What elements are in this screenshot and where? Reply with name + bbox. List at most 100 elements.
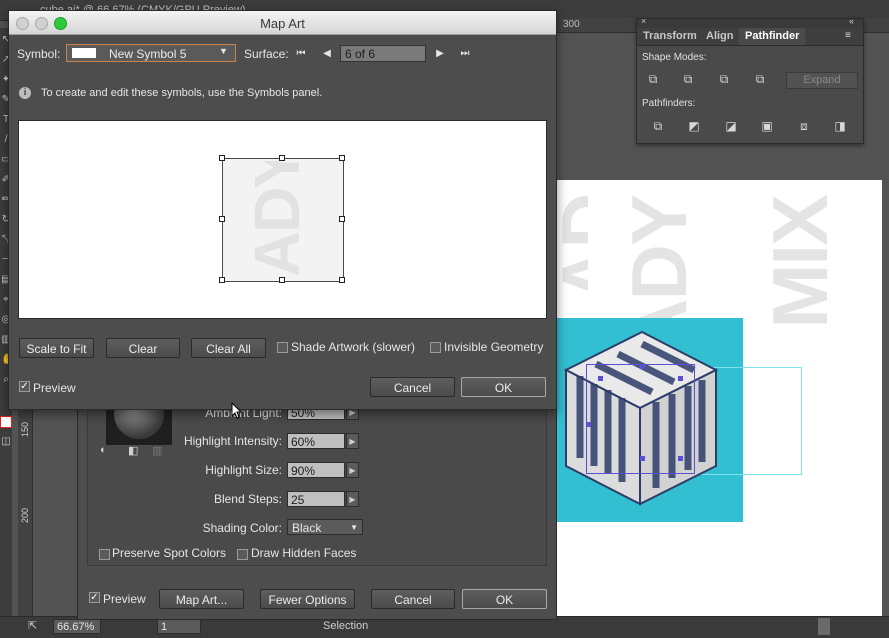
invisible-geometry-checkbox[interactable] <box>430 342 441 353</box>
map-art-cancel-button[interactable]: Cancel <box>370 377 455 397</box>
map-art-ok-button[interactable]: OK <box>461 377 546 397</box>
surface-preview-area[interactable]: ADY <box>18 120 547 319</box>
blend-steps-field[interactable]: 25 <box>287 491 345 507</box>
resize-handle[interactable] <box>279 277 285 283</box>
panel-menu-icon[interactable]: ≡ <box>845 30 851 41</box>
outline-icon[interactable]: ⧈ <box>797 119 811 133</box>
exclude-icon[interactable]: ⧉ <box>753 72 767 86</box>
3d-ok-button[interactable]: OK <box>462 589 547 609</box>
current-tool-label[interactable]: Selection <box>323 620 368 632</box>
zoom-field[interactable]: 66.67% <box>53 619 101 634</box>
close-icon[interactable]: × <box>641 16 646 26</box>
blend-steps-slider-arrow[interactable]: ▶ <box>346 491 359 507</box>
3d-options-dialog: ◐ ◧ ▥ Ambient Light: 50% ▶ Highlight Int… <box>77 395 557 620</box>
shade-artwork-checkbox[interactable] <box>277 342 288 353</box>
unite-icon[interactable]: ⧉ <box>646 72 660 86</box>
resize-handle[interactable] <box>279 155 285 161</box>
3d-preview-label: Preview <box>103 592 146 606</box>
ruler-label: 300 <box>563 19 580 30</box>
pathfinder-panel: × « Transform Align Pathfinder ≡ Shape M… <box>636 16 864 144</box>
chevron-down-icon: ▼ <box>219 46 228 56</box>
shade-artwork-label: Shade Artwork (slower) <box>291 340 416 354</box>
dialog-titlebar[interactable]: Map Art <box>9 11 556 35</box>
preserve-spot-colors-label: Preserve Spot Colors <box>112 546 227 560</box>
tab-align[interactable]: Align <box>700 28 740 45</box>
highlight-size-label: Highlight Size: <box>205 463 282 477</box>
symbol-dropdown[interactable]: New Symbol 5 ▼ <box>66 44 236 62</box>
artwork-word: MIX <box>756 196 844 329</box>
ruler-label: 200 <box>20 508 30 524</box>
resize-handle[interactable] <box>339 155 345 161</box>
horizontal-scrollbar-thumb[interactable] <box>818 618 830 635</box>
ruler-label: 150 <box>20 422 30 438</box>
fill-stroke-swatch[interactable] <box>0 416 12 428</box>
artboard-nav-icon[interactable]: ⇱ <box>28 619 42 633</box>
lighting-options-group: ◐ ◧ ▥ Ambient Light: 50% ▶ Highlight Int… <box>87 396 547 566</box>
next-surface-icon[interactable]: ▶ <box>433 47 447 61</box>
highlight-intensity-slider-arrow[interactable]: ▶ <box>346 433 359 449</box>
highlight-size-slider-arrow[interactable]: ▶ <box>346 462 359 478</box>
resize-handle[interactable] <box>219 216 225 222</box>
symbol-label: Symbol: <box>17 47 61 61</box>
surface-label: Surface: <box>244 47 289 61</box>
intersect-icon[interactable]: ⧉ <box>717 72 731 86</box>
shading-color-select[interactable]: Black ▼ <box>287 519 363 535</box>
panel-tabs: Transform Align Pathfinder ≡ <box>637 28 863 46</box>
draw-hidden-faces-label: Draw Hidden Faces <box>251 546 357 560</box>
info-text: To create and edit these symbols, use th… <box>41 87 323 99</box>
tab-transform[interactable]: Transform <box>637 28 703 45</box>
map-art-button[interactable]: Map Art... <box>159 589 244 609</box>
invisible-geometry-label: Invisible Geometry <box>444 340 544 354</box>
highlight-intensity-label: Highlight Intensity: <box>183 434 282 448</box>
map-art-preview-checkbox[interactable]: ✓ <box>19 381 30 392</box>
mapped-symbol-text: ADY <box>241 161 313 277</box>
cube-selection-outline <box>586 364 695 474</box>
clear-button[interactable]: Clear <box>106 338 180 358</box>
resize-handle[interactable] <box>219 277 225 283</box>
last-surface-icon[interactable]: ⏭ <box>458 47 472 61</box>
panel-titlebar[interactable]: × « <box>637 16 863 28</box>
symbol-swatch <box>72 48 96 58</box>
minus-front-icon[interactable]: ⧉ <box>681 72 695 86</box>
fewer-options-button[interactable]: Fewer Options <box>260 589 355 609</box>
vertical-ruler: 150 200 <box>18 410 33 618</box>
highlight-intensity-field[interactable]: 60% <box>287 433 345 449</box>
expand-button[interactable]: Expand <box>786 72 858 89</box>
preserve-spot-colors-checkbox[interactable] <box>99 549 110 560</box>
artboard-number-field[interactable]: 1 <box>157 619 201 634</box>
info-icon: i <box>19 87 31 99</box>
previous-surface-icon[interactable]: ◀ <box>320 47 334 61</box>
mapped-symbol-box[interactable]: ADY <box>222 158 344 282</box>
dialog-title: Map Art <box>260 16 305 31</box>
collapse-icon[interactable]: « <box>849 16 854 26</box>
first-surface-icon[interactable]: ⏮ <box>294 47 308 61</box>
map-art-preview-label: Preview <box>33 381 76 395</box>
symbol-value: New Symbol 5 <box>109 47 187 61</box>
map-art-dialog: Map Art Symbol: New Symbol 5 ▼ Surface: … <box>8 10 557 410</box>
artwork-word: ADY <box>554 195 588 303</box>
resize-handle[interactable] <box>219 155 225 161</box>
move-light-back-icon[interactable]: ◐ <box>100 444 107 456</box>
clear-all-button[interactable]: Clear All <box>191 338 266 358</box>
merge-icon[interactable]: ◪ <box>724 119 738 133</box>
highlight-size-field[interactable]: 90% <box>287 462 345 478</box>
artwork-text-partial[interactable]: ADY <box>554 195 588 303</box>
trim-icon[interactable]: ◩ <box>687 119 701 133</box>
shading-color-label: Shading Color: <box>202 521 282 535</box>
surface-field[interactable]: 6 of 6 <box>340 45 426 62</box>
pathfinders-label: Pathfinders: <box>642 98 696 109</box>
draw-mode-icon[interactable]: ◫ <box>1 436 11 448</box>
resize-handle[interactable] <box>339 216 345 222</box>
resize-handle[interactable] <box>339 277 345 283</box>
3d-cancel-button[interactable]: Cancel <box>371 589 455 609</box>
scale-to-fit-button[interactable]: Scale to Fit <box>19 338 94 358</box>
3d-preview-checkbox[interactable]: ✓ <box>89 592 100 603</box>
shading-color-value: Black <box>292 521 322 535</box>
draw-hidden-faces-checkbox[interactable] <box>237 549 248 560</box>
divide-icon[interactable]: ⧉ <box>651 119 665 133</box>
artwork-text-mix[interactable]: MIX <box>748 196 852 329</box>
tab-pathfinder[interactable]: Pathfinder <box>739 28 806 45</box>
crop-icon[interactable]: ▣ <box>760 119 774 133</box>
chevron-down-icon: ▼ <box>350 523 358 532</box>
minus-back-icon[interactable]: ◨ <box>833 119 847 133</box>
